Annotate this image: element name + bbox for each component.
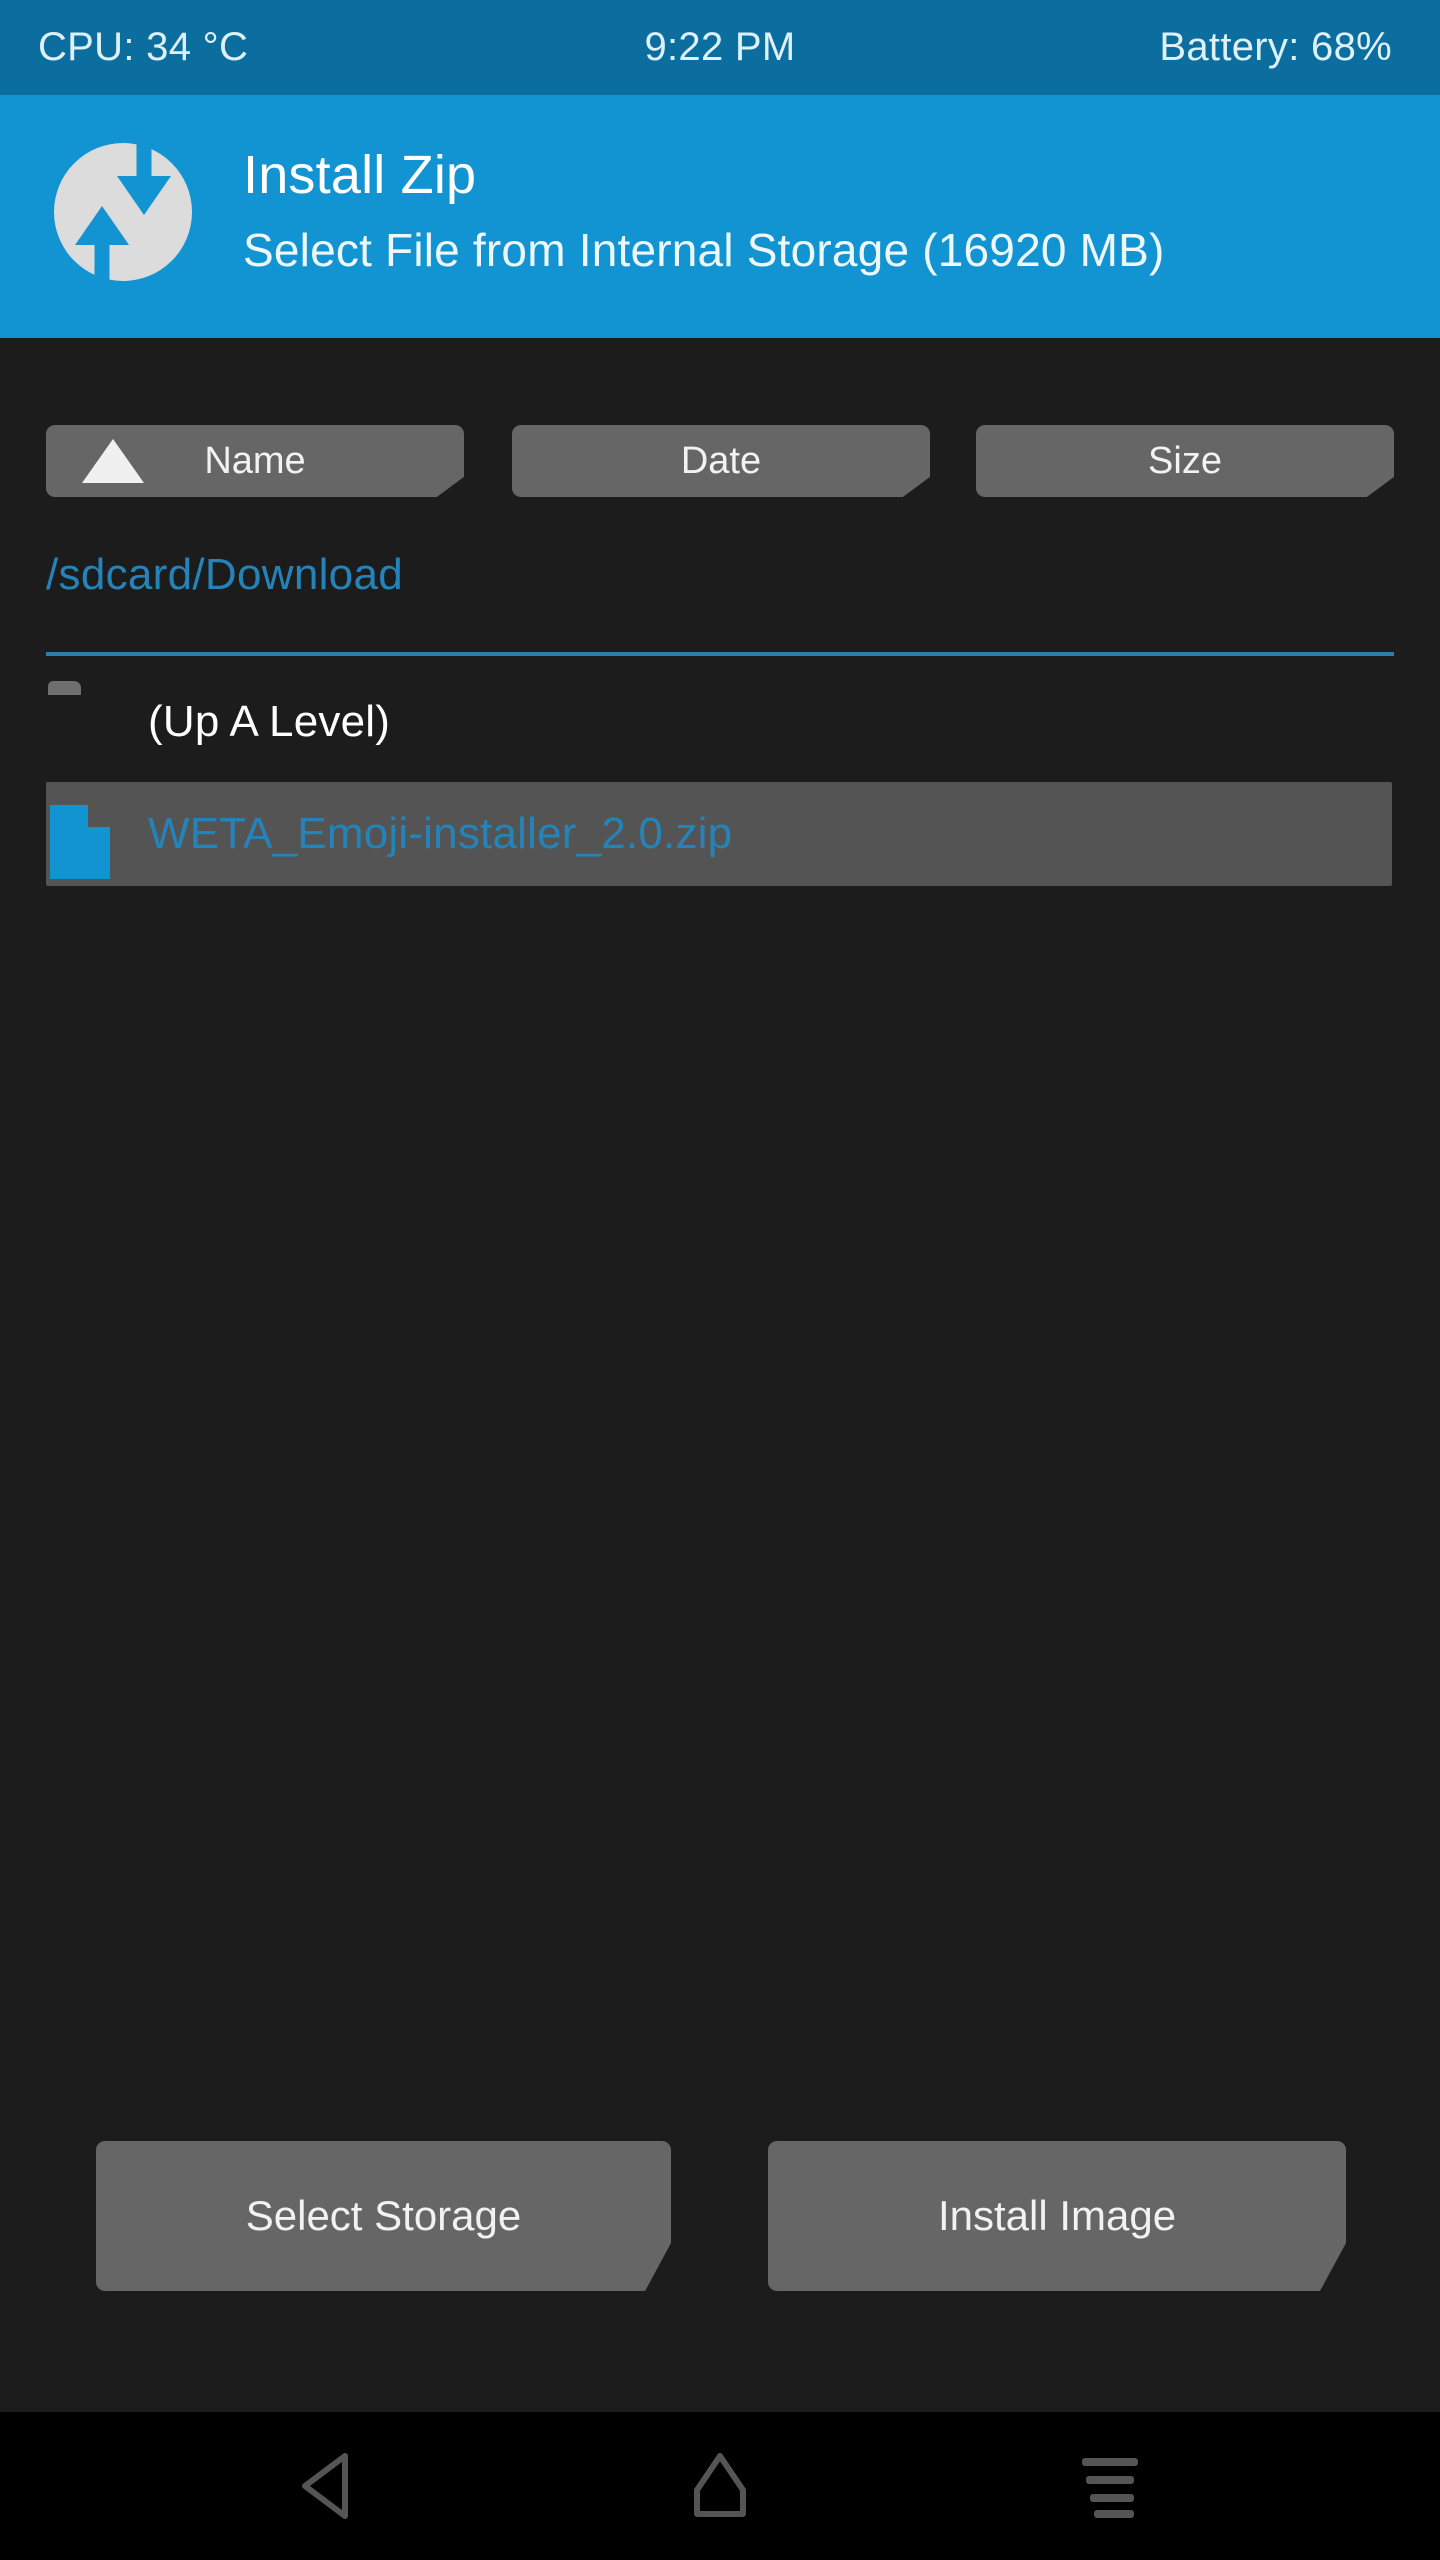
select-storage-label: Select Storage	[245, 2192, 522, 2239]
android-navigation-bar	[0, 2412, 1440, 2560]
folder-icon	[48, 691, 120, 753]
file-zip-icon	[48, 803, 120, 879]
install-image-label: Install Image	[937, 2192, 1177, 2239]
list-item-label: WETA_Emoji-installer_2.0.zip	[148, 809, 733, 858]
select-storage-button[interactable]: Select Storage	[96, 2141, 671, 2291]
sort-by-name-label: Name	[204, 439, 306, 482]
sort-button-row: Name Date Size	[0, 425, 1440, 520]
page-subtitle: Select File from Internal Storage (16920…	[243, 224, 1165, 276]
twrp-install-zip-screen: CPU: 34 °C 9:22 PM Battery: 68% Install …	[0, 0, 1440, 2560]
page-title: Install Zip	[243, 145, 477, 205]
list-item-up-a-level[interactable]: (Up A Level)	[0, 666, 1440, 778]
menu-lines-icon[interactable]	[1020, 2412, 1200, 2560]
back-triangle-icon[interactable]	[240, 2412, 420, 2560]
list-item-label: (Up A Level)	[148, 697, 391, 746]
twrp-logo-icon	[48, 137, 198, 287]
sort-by-name-button[interactable]: Name	[46, 425, 464, 497]
status-bar: CPU: 34 °C 9:22 PM Battery: 68%	[0, 0, 1440, 95]
sort-by-date-label: Date	[680, 439, 762, 482]
sort-ascending-triangle-icon	[82, 439, 144, 483]
list-item-zip-file[interactable]: WETA_Emoji-installer_2.0.zip	[0, 778, 1440, 890]
sort-by-size-button[interactable]: Size	[976, 425, 1394, 497]
sort-by-date-button[interactable]: Date	[512, 425, 930, 497]
file-list: (Up A Level) WETA_Emoji-installer_2.0.zi…	[0, 666, 1440, 890]
header-text-block: Install Zip Select File from Internal St…	[243, 143, 1165, 279]
battery-label: Battery: 68%	[1159, 25, 1392, 69]
sort-by-size-label: Size	[1148, 439, 1222, 482]
home-icon[interactable]	[630, 2412, 810, 2560]
path-divider	[46, 652, 1394, 656]
app-header: Install Zip Select File from Internal St…	[0, 95, 1440, 338]
current-path-label[interactable]: /sdcard/Download	[46, 550, 403, 600]
install-image-button[interactable]: Install Image	[768, 2141, 1346, 2291]
